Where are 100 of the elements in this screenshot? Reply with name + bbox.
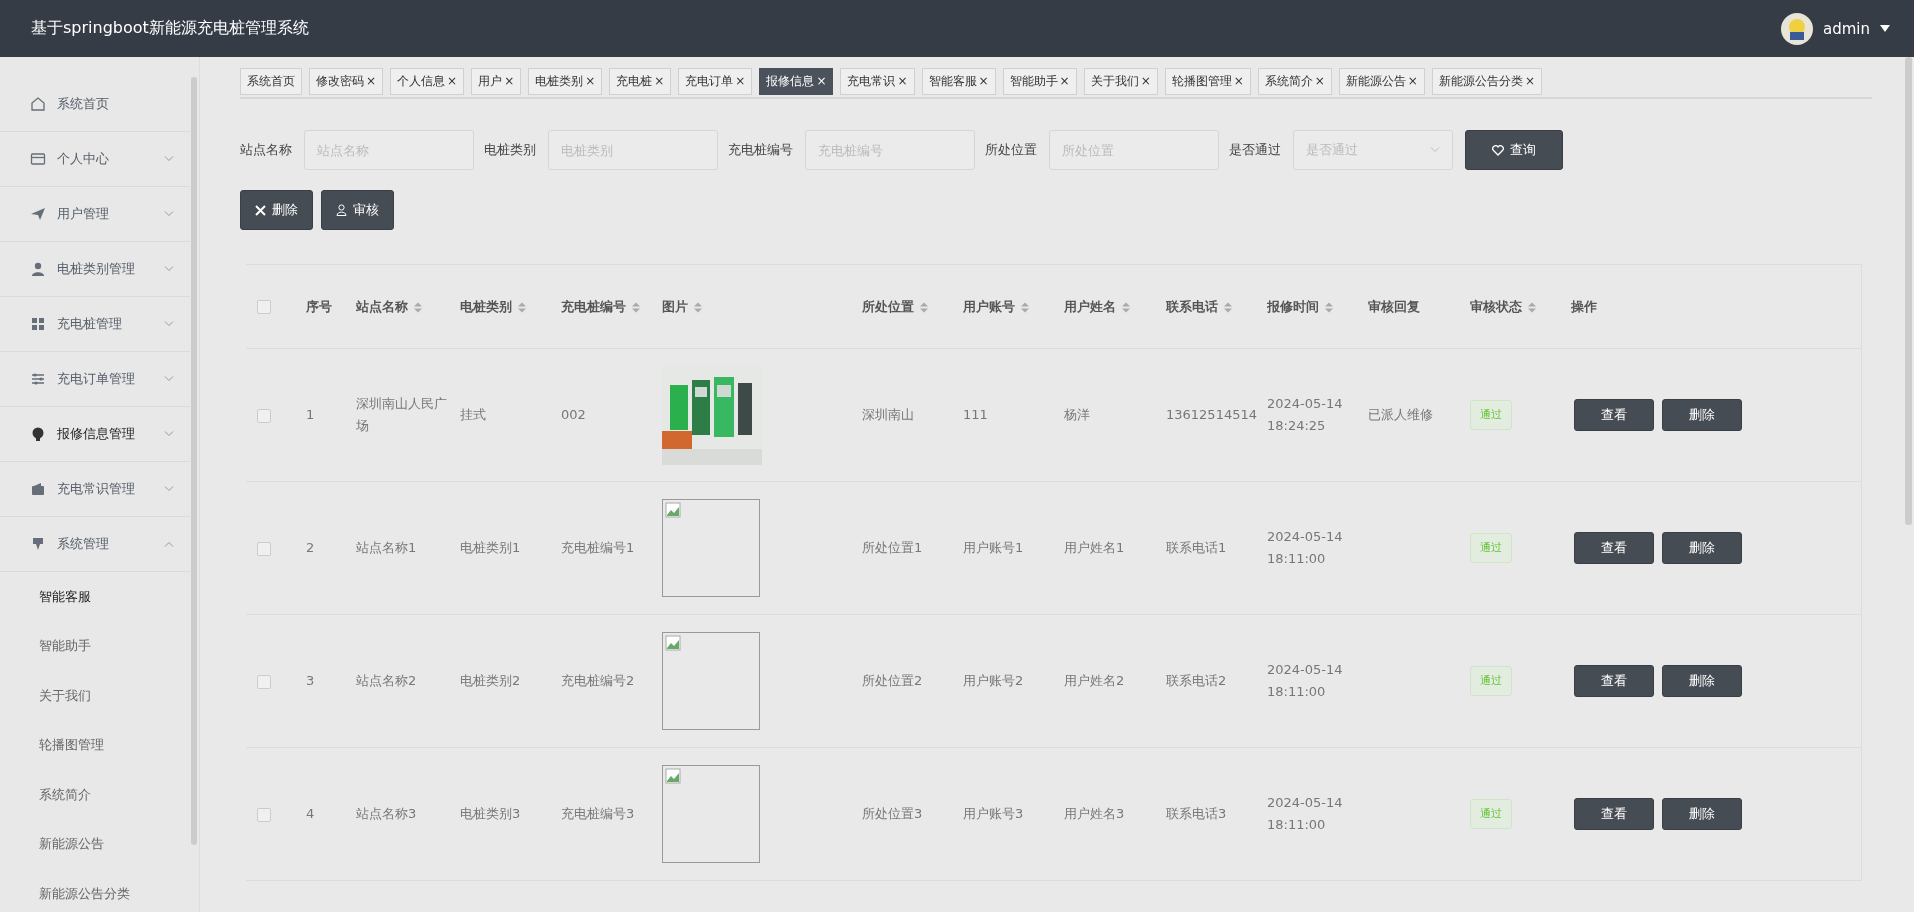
close-icon[interactable]: × xyxy=(366,74,377,88)
tab[interactable]: 关于我们 × xyxy=(1083,68,1158,95)
close-icon[interactable]: × xyxy=(816,74,827,88)
location-cell: 深圳南山 xyxy=(862,407,914,422)
close-icon[interactable]: × xyxy=(1140,74,1151,88)
checkbox[interactable] xyxy=(257,674,271,689)
index-cell: 4 xyxy=(306,806,315,821)
sort-icon[interactable] xyxy=(1528,301,1536,313)
submenu-item[interactable]: 新能源公告 xyxy=(0,819,189,869)
column-header[interactable]: 用户姓名 xyxy=(1064,298,1130,314)
tab[interactable]: 新能源公告 × xyxy=(1338,68,1425,95)
time-cell: 2024-05-14 18:11:00 xyxy=(1267,662,1343,699)
close-icon[interactable]: × xyxy=(504,74,515,88)
tab[interactable]: 充电桩 × xyxy=(609,68,672,95)
close-icon[interactable]: × xyxy=(897,74,908,88)
review-button[interactable]: 审核 xyxy=(321,190,394,230)
scrollbar[interactable] xyxy=(191,77,197,845)
number-cell: 充电桩编号2 xyxy=(561,673,635,688)
column-header[interactable]: 电桩类别 xyxy=(460,298,526,314)
close-icon[interactable]: × xyxy=(978,74,989,88)
submenu-item[interactable]: 智能客服 xyxy=(0,572,189,622)
submenu-item[interactable]: 新能源公告分类 xyxy=(0,869,189,912)
submenu-item[interactable]: 关于我们 xyxy=(0,671,189,721)
tab[interactable]: 电桩类别 × xyxy=(528,68,603,95)
sort-icon[interactable] xyxy=(632,301,640,313)
tab[interactable]: 智能客服 × xyxy=(921,68,996,95)
tab[interactable]: 充电订单 × xyxy=(678,68,753,95)
close-icon[interactable]: × xyxy=(1059,74,1070,88)
tab[interactable]: 轮播图管理 × xyxy=(1164,68,1251,95)
menu-item[interactable]: 充电桩管理 xyxy=(0,297,190,352)
sort-icon[interactable] xyxy=(1021,301,1029,313)
close-icon[interactable]: × xyxy=(735,74,746,88)
view-button[interactable]: 查看 xyxy=(1574,798,1654,830)
submenu-item[interactable]: 系统简介 xyxy=(0,770,189,820)
tab[interactable]: 系统简介 × xyxy=(1257,68,1332,95)
column-header[interactable]: 所处位置 xyxy=(862,298,928,314)
account-cell: 111 xyxy=(963,407,988,422)
column-header[interactable]: 联系电话 xyxy=(1166,298,1232,314)
tab[interactable]: 系统首页 xyxy=(240,68,302,95)
delete-button[interactable]: 删除 xyxy=(1662,798,1742,830)
close-icon[interactable]: × xyxy=(1314,74,1325,88)
column-header[interactable]: 图片 xyxy=(662,298,702,314)
name-cell: 用户姓名3 xyxy=(1064,806,1125,821)
close-icon[interactable]: × xyxy=(654,74,665,88)
column-header[interactable]: 审核状态 xyxy=(1470,298,1536,314)
checkbox[interactable] xyxy=(257,807,271,822)
tab[interactable]: 用户 × xyxy=(471,68,522,95)
search-button[interactable]: 查询 xyxy=(1465,130,1563,170)
tab[interactable]: 修改密码 × xyxy=(309,68,384,95)
sort-icon[interactable] xyxy=(1224,301,1232,313)
name-cell: 用户姓名2 xyxy=(1064,673,1125,688)
sort-icon[interactable] xyxy=(920,301,928,313)
column-header[interactable]: 站点名称 xyxy=(356,298,422,314)
sort-icon[interactable] xyxy=(518,301,526,313)
user-name[interactable]: admin xyxy=(1823,19,1870,38)
delete-button[interactable]: 删除 xyxy=(240,190,313,230)
submenu-item[interactable]: 轮播图管理 xyxy=(0,720,189,770)
close-icon[interactable]: × xyxy=(447,74,458,88)
cross-icon xyxy=(255,204,266,216)
filter-label: 所处位置 xyxy=(985,141,1037,159)
menu-item[interactable]: 个人中心 xyxy=(0,132,190,187)
location-cell: 所处位置2 xyxy=(862,673,923,688)
column-header[interactable]: 充电桩编号 xyxy=(561,298,640,314)
submenu-item[interactable]: 智能助手 xyxy=(0,621,189,671)
menu-item[interactable]: 报修信息管理 xyxy=(0,407,190,462)
tab[interactable]: 报修信息 × xyxy=(759,68,834,95)
name-cell: 杨洋 xyxy=(1064,407,1090,422)
sort-icon[interactable] xyxy=(414,301,422,313)
tab[interactable]: 个人信息 × xyxy=(390,68,465,95)
close-icon[interactable]: × xyxy=(1233,74,1244,88)
column-header[interactable]: 报修时间 xyxy=(1267,298,1333,314)
delete-button[interactable]: 删除 xyxy=(1662,399,1742,431)
menu-item[interactable]: 系统管理 xyxy=(0,517,190,572)
menu-item[interactable]: 系统首页 xyxy=(0,77,190,132)
caret-icon[interactable] xyxy=(1880,25,1890,32)
close-icon[interactable]: × xyxy=(1524,74,1535,88)
view-button[interactable]: 查看 xyxy=(1574,665,1654,697)
menu-item[interactable]: 充电订单管理 xyxy=(0,352,190,407)
tab[interactable]: 智能助手 × xyxy=(1002,68,1077,95)
menu-item[interactable]: 电桩类别管理 xyxy=(0,242,190,297)
delete-button[interactable]: 删除 xyxy=(1662,665,1742,697)
view-button[interactable]: 查看 xyxy=(1574,399,1654,431)
menu-item[interactable]: 充电常识管理 xyxy=(0,462,190,517)
view-button[interactable]: 查看 xyxy=(1574,532,1654,564)
sort-icon[interactable] xyxy=(694,301,702,313)
delete-button[interactable]: 删除 xyxy=(1662,532,1742,564)
checkbox[interactable] xyxy=(257,300,271,315)
phone-cell: 13612514514 xyxy=(1166,407,1257,422)
column-header[interactable]: 用户账号 xyxy=(963,298,1029,314)
menu-item[interactable]: 用户管理 xyxy=(0,187,190,242)
checkbox[interactable] xyxy=(257,541,271,556)
scrollbar[interactable] xyxy=(1905,57,1912,525)
tab[interactable]: 新能源公告分类 × xyxy=(1431,68,1542,95)
close-icon[interactable]: × xyxy=(585,74,596,88)
avatar-icon[interactable] xyxy=(1781,12,1813,45)
sort-icon[interactable] xyxy=(1122,301,1130,313)
sort-icon[interactable] xyxy=(1325,301,1333,313)
close-icon[interactable]: × xyxy=(1407,74,1418,88)
checkbox[interactable] xyxy=(257,408,271,423)
tab[interactable]: 充电常识 × xyxy=(840,68,915,95)
